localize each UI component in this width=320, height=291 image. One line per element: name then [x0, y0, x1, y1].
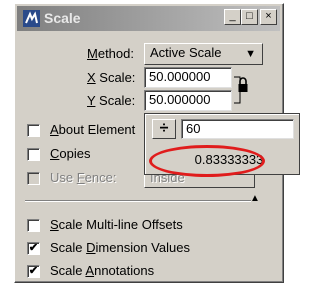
about-element-label: About Element: [50, 122, 136, 137]
copies-label: Copies: [50, 146, 91, 161]
divide-icon: ÷: [159, 120, 169, 137]
scale-multiline-offsets-checkbox[interactable]: [27, 219, 40, 232]
y-scale-label: Y Scale:: [87, 93, 136, 108]
method-dropdown[interactable]: Active Scale ▼: [144, 43, 263, 65]
maximize-icon: □: [246, 10, 253, 22]
close-icon: ×: [265, 10, 272, 22]
divide-operator-button[interactable]: ÷: [152, 119, 176, 139]
about-element-checkbox[interactable]: [27, 124, 40, 137]
window-title: Scale: [44, 10, 81, 26]
expand-arrow-icon[interactable]: ▲: [250, 193, 260, 204]
scale-annotations-label: Scale Annotations: [50, 263, 155, 278]
lock-button[interactable]: [232, 71, 249, 109]
calculator-input[interactable]: 60: [181, 119, 294, 139]
title-bar[interactable]: Scale _ □ ×: [17, 6, 280, 31]
copies-checkbox[interactable]: [27, 148, 40, 161]
x-scale-input[interactable]: 50.000000: [144, 67, 232, 88]
highlight-oval: [149, 145, 265, 177]
lock-icon: [234, 76, 248, 104]
separator: [25, 200, 251, 202]
use-fence-checkbox[interactable]: [27, 172, 40, 185]
app-icon: [23, 10, 40, 27]
y-scale-input[interactable]: 50.000000: [144, 90, 232, 111]
scale-annotations-checkbox[interactable]: ✔: [27, 265, 40, 278]
close-button[interactable]: ×: [260, 9, 277, 25]
maximize-button[interactable]: □: [241, 9, 258, 25]
scale-dimension-values-checkbox[interactable]: ✔: [27, 242, 40, 255]
method-label: Method:: [87, 46, 134, 61]
scale-multiline-offsets-label: Scale Multi-line Offsets: [50, 217, 183, 232]
method-value: Active Scale: [150, 45, 222, 60]
dropdown-arrow-icon: ▼: [245, 48, 256, 60]
minimize-icon: _: [229, 10, 236, 22]
x-scale-label: X Scale:: [87, 70, 136, 85]
use-fence-label: Use Fence:: [50, 170, 117, 185]
minimize-button[interactable]: _: [224, 9, 241, 25]
scale-dimension-values-label: Scale Dimension Values: [50, 240, 190, 255]
